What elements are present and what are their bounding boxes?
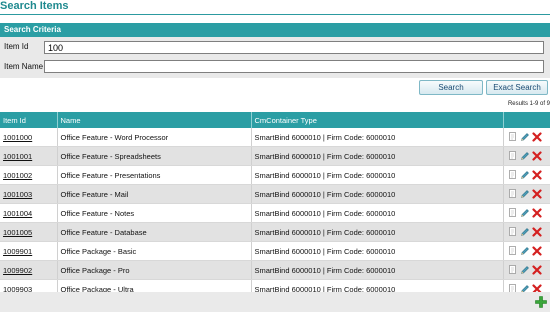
column-header-container-type[interactable]: CmContainer Type [251,112,504,128]
column-header-name[interactable]: Name [57,112,252,128]
item-id-input[interactable] [44,41,544,54]
table-row[interactable]: 1001003 Office Feature - Mail SmartBind 60… [0,184,550,204]
table-row[interactable]: 1001005 Office Feature - Database SmartBin… [0,222,550,242]
copy-icon[interactable] [508,189,518,199]
item-id-link[interactable]: 1001002 [3,171,32,180]
container-type-cell: SmartBind 6000010 | Firm Code: 6000010 [251,128,504,147]
row-actions [503,241,550,261]
edit-pencil-icon[interactable] [520,265,530,275]
container-type-cell: SmartBind 6000010 | Firm Code: 6000010 [251,241,504,261]
row-actions [503,128,550,147]
item-id-cell[interactable]: 1001004 [0,203,58,223]
table-header-row: Item Id Name CmContainer Type [0,112,550,128]
item-id-link[interactable]: 1001001 [3,152,32,161]
results-table: Item Id Name CmContainer Type 1001000 Off… [0,112,550,299]
item-name-cell: Office Package - Pro [57,260,252,280]
item-id-link[interactable]: 1001003 [3,190,32,199]
table-row[interactable]: 1009902 Office Package - Pro SmartBind 600… [0,260,550,280]
table-row[interactable]: 1001001 Office Feature - Spreadsheets Smar… [0,146,550,166]
container-type-cell: SmartBind 6000010 | Firm Code: 6000010 [251,260,504,280]
copy-icon[interactable] [508,265,518,275]
item-id-link[interactable]: 1009901 [3,247,32,256]
delete-x-icon[interactable] [531,170,542,180]
copy-icon[interactable] [508,170,518,180]
edit-pencil-icon[interactable] [520,132,530,142]
copy-icon[interactable] [508,246,518,256]
container-type-cell: SmartBind 6000010 | Firm Code: 6000010 [251,165,504,185]
item-id-link[interactable]: 1001005 [3,228,32,237]
edit-pencil-icon[interactable] [520,208,530,218]
item-id-cell[interactable]: 1001001 [0,146,58,166]
row-actions [503,165,550,185]
delete-x-icon[interactable] [531,246,542,256]
edit-pencil-icon[interactable] [520,246,530,256]
item-id-link[interactable]: 1001004 [3,209,32,218]
table-row[interactable]: 1009901 Office Package - Basic SmartBind 6… [0,241,550,261]
item-name-cell: Office Feature - Word Processor [57,128,252,147]
delete-x-icon[interactable] [531,189,542,199]
container-type-cell: SmartBind 6000010 | Firm Code: 6000010 [251,184,504,204]
row-actions [503,203,550,223]
item-name-cell: Office Package - Basic [57,241,252,261]
copy-icon[interactable] [508,208,518,218]
item-id-cell[interactable]: 1001000 [0,128,58,147]
search-criteria-panel: Item Id Item Name [0,37,550,78]
item-id-link[interactable]: 1001000 [3,133,32,142]
table-row[interactable]: 1001004 Office Feature - Notes SmartBind 6… [0,203,550,223]
copy-icon[interactable] [508,132,518,142]
container-type-cell: SmartBind 6000010 | Firm Code: 6000010 [251,146,504,166]
exact-search-button[interactable]: Exact Search [486,80,548,95]
add-plus-icon[interactable] [535,296,547,308]
row-actions [503,184,550,204]
edit-pencil-icon[interactable] [520,170,530,180]
column-header-item-id[interactable]: Item Id [0,112,58,128]
container-type-cell: SmartBind 6000010 | Firm Code: 6000010 [251,203,504,223]
row-actions [503,146,550,166]
delete-x-icon[interactable] [531,151,542,161]
item-name-cell: Office Feature - Mail [57,184,252,204]
search-criteria-header: Search Criteria [0,23,550,37]
row-actions [503,222,550,242]
item-id-cell[interactable]: 1009902 [0,260,58,280]
title-divider [0,14,550,15]
edit-pencil-icon[interactable] [520,189,530,199]
table-row[interactable]: 1001002 Office Feature - Presentations Sma… [0,165,550,185]
copy-icon[interactable] [508,151,518,161]
item-name-input[interactable] [44,60,544,73]
edit-pencil-icon[interactable] [520,151,530,161]
delete-x-icon[interactable] [531,265,542,275]
table-row[interactable]: 1001000 Office Feature - Word Processor Sm… [0,128,550,147]
item-id-cell[interactable]: 1009901 [0,241,58,261]
item-id-link[interactable]: 1009902 [3,266,32,275]
row-actions [503,260,550,280]
container-type-cell: SmartBind 6000010 | Firm Code: 6000010 [251,222,504,242]
item-name-cell: Office Feature - Spreadsheets [57,146,252,166]
edit-pencil-icon[interactable] [520,227,530,237]
table-footer [0,292,550,312]
item-id-cell[interactable]: 1001003 [0,184,58,204]
item-name-cell: Office Feature - Presentations [57,165,252,185]
item-name-cell: Office Feature - Database [57,222,252,242]
delete-x-icon[interactable] [531,208,542,218]
results-count: Results 1-9 of 9 [507,101,550,107]
item-name-label: Item Name [4,62,44,71]
copy-icon[interactable] [508,227,518,237]
delete-x-icon[interactable] [531,132,542,142]
search-button[interactable]: Search [419,80,483,95]
page-title: Search Items [0,0,69,12]
item-id-cell[interactable]: 1001005 [0,222,58,242]
column-header-actions [503,112,550,128]
item-id-cell[interactable]: 1001002 [0,165,58,185]
item-name-cell: Office Feature - Notes [57,203,252,223]
delete-x-icon[interactable] [531,227,542,237]
item-id-label: Item Id [4,42,29,51]
